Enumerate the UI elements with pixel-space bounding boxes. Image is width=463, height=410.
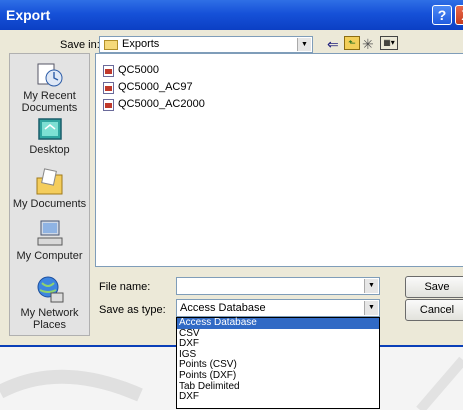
dropdown-option[interactable]: CSV bbox=[177, 328, 379, 340]
file-list[interactable]: QC5000 QC5000_AC97 QC5000_AC2000 bbox=[95, 53, 463, 267]
chevron-down-icon[interactable]: ▼ bbox=[297, 38, 311, 51]
database-file-icon bbox=[103, 65, 114, 77]
chevron-down-icon[interactable]: ▼ bbox=[364, 279, 378, 293]
dropdown-option[interactable]: DXF bbox=[177, 339, 379, 350]
dropdown-option[interactable]: DXF bbox=[177, 392, 379, 403]
file-name-label: File name: bbox=[99, 281, 151, 293]
cancel-button[interactable]: Cancel bbox=[405, 299, 463, 321]
places-bar: My Recent Documents Desktop My Documents bbox=[9, 53, 90, 336]
file-name: QC5000 bbox=[118, 64, 159, 76]
dropdown-option[interactable]: Access Database bbox=[177, 317, 379, 329]
dropdown-option[interactable]: Tab Delimited bbox=[177, 381, 379, 393]
place-my-computer[interactable]: My Computer bbox=[10, 218, 89, 268]
my-documents-icon bbox=[36, 168, 63, 195]
file-name-combo[interactable]: ▼ bbox=[176, 277, 380, 295]
save-as-type-value: Access Database bbox=[180, 302, 266, 314]
save-in-label: Save in: bbox=[60, 39, 100, 51]
desktop-icon bbox=[38, 118, 62, 140]
place-my-network-places[interactable]: My Network Places bbox=[10, 275, 89, 335]
recent-documents-icon bbox=[37, 63, 63, 87]
place-label: My Recent Documents bbox=[21, 90, 78, 114]
place-label: My Computer bbox=[16, 250, 83, 262]
folder-icon bbox=[104, 40, 118, 50]
my-computer-icon bbox=[37, 220, 63, 246]
new-folder-icon[interactable]: ✳ bbox=[362, 36, 374, 52]
place-label: Desktop bbox=[29, 144, 70, 156]
view-menu-icon[interactable]: ▦▾ bbox=[380, 36, 398, 50]
database-file-icon bbox=[103, 99, 114, 111]
chevron-down-icon[interactable]: ▼ bbox=[364, 301, 378, 315]
save-in-combo[interactable]: Exports ▼ bbox=[99, 36, 313, 53]
close-button[interactable]: X bbox=[455, 5, 463, 25]
dropdown-option[interactable]: Points (DXF) bbox=[177, 370, 379, 382]
place-label: My Network Places bbox=[20, 307, 79, 331]
place-my-documents[interactable]: My Documents bbox=[10, 164, 89, 214]
database-file-icon bbox=[103, 82, 114, 94]
up-folder-icon[interactable]: ⬑ bbox=[344, 36, 360, 50]
save-as-type-label: Save as type: bbox=[99, 304, 166, 316]
window-title: Export bbox=[6, 7, 51, 23]
place-my-recent-documents[interactable]: My Recent Documents bbox=[10, 54, 89, 116]
back-arrow-icon[interactable]: ⇐ bbox=[327, 36, 339, 52]
save-as-type-dropdown[interactable]: Access Database CSV DXF IGS Points (CSV)… bbox=[176, 317, 380, 409]
help-button[interactable]: ? bbox=[432, 5, 452, 25]
file-name: QC5000_AC2000 bbox=[118, 98, 205, 110]
title-bar[interactable]: Export ? X bbox=[0, 0, 463, 30]
save-button[interactable]: Save bbox=[405, 276, 463, 298]
network-places-icon bbox=[37, 276, 64, 303]
save-as-type-select[interactable]: Access Database ▼ bbox=[176, 299, 380, 317]
save-in-value: Exports bbox=[122, 38, 160, 50]
place-desktop[interactable]: Desktop bbox=[10, 116, 89, 161]
place-label: My Documents bbox=[12, 198, 87, 210]
export-dialog: Export ? X Save in: Exports ▼ ⇐ ⬑ ✳ ▦▾ M… bbox=[0, 0, 463, 347]
file-name: QC5000_AC97 bbox=[118, 81, 193, 93]
